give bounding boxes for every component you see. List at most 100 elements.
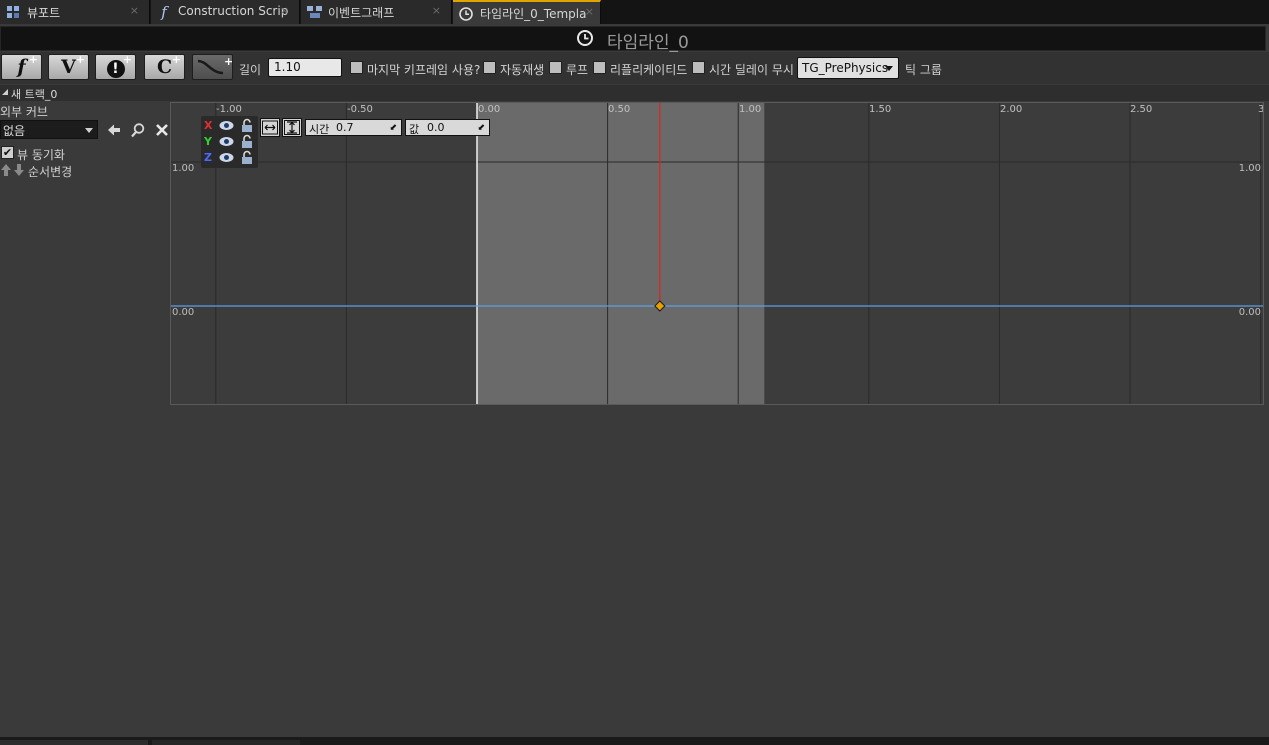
close-icon[interactable]: × (432, 4, 441, 17)
close-icon[interactable]: × (585, 5, 594, 18)
tab-construction-script[interactable]: f Construction Scrip × (151, 0, 300, 24)
document-tab-bar: 뷰포트 × f Construction Scrip × 이벤트그래프 × 타임… (0, 0, 1269, 24)
add-float-track-button[interactable]: f + (1, 53, 42, 80)
key-time-field[interactable]: 시간 0.7 ⬋ (305, 119, 402, 136)
tab-timeline[interactable]: 타임라인_0_Templa × (453, 0, 601, 24)
time-tick-label: -1.00 (216, 104, 242, 115)
tab-event-graph[interactable]: 이벤트그래프 × (301, 0, 452, 24)
axis-row-x: X (203, 118, 256, 134)
sync-view-label: 뷰 동기화 (17, 148, 65, 162)
time-tick-label: 0.00 (478, 104, 501, 115)
tab-label: 뷰포트 (27, 6, 61, 20)
scrollbar-track (152, 740, 300, 745)
reorder-label: 순서변경 (28, 165, 73, 179)
sync-view-checkbox[interactable]: ✔ (1, 146, 14, 159)
fit-vertical-icon (284, 120, 300, 135)
length-label: 길이 (239, 63, 262, 77)
lock-icon[interactable] (240, 118, 254, 133)
ignore-time-dilation-label: 시간 딜레이 무시 (709, 63, 794, 77)
ignore-time-dilation-checkbox[interactable] (692, 61, 705, 74)
time-tick-label: 3 (1258, 104, 1264, 115)
key-time-label: 시간 (309, 123, 330, 136)
time-tick-label: 2.50 (1130, 104, 1153, 115)
external-curve-label: 외부 커브 (0, 105, 48, 119)
loop-checkbox[interactable] (549, 61, 562, 74)
autoplay-checkbox[interactable] (483, 61, 496, 74)
curve-icon: + (197, 55, 233, 75)
add-event-track-button[interactable]: ! + (95, 53, 136, 80)
time-tick-label: -0.50 (347, 104, 373, 115)
move-up-arrow-icon[interactable] (0, 163, 12, 179)
autoplay-label: 자동재생 (500, 63, 545, 77)
tick-group-label: 틱 그룹 (905, 63, 942, 77)
curve-editor-graph[interactable]: -1.00 -0.50 0.00 0.50 1.00 1.50 2.00 2.5… (170, 102, 1264, 405)
collapse-triangle-icon[interactable] (2, 89, 8, 95)
drag-arrows-icon: ⬋ (389, 123, 397, 133)
loop-label: 루프 (566, 63, 589, 77)
track-name: 새 트랙_0 (11, 88, 58, 101)
track-header[interactable]: 새 트랙_0 (0, 85, 1269, 101)
time-tick-label: 1.50 (869, 104, 892, 115)
scrollbar-thumb[interactable] (0, 740, 148, 745)
axis-row-z: Z (203, 150, 256, 166)
lock-icon[interactable] (240, 150, 254, 165)
axis-label: X (204, 119, 213, 132)
close-icon[interactable]: × (130, 4, 139, 17)
tick-group-value: TG_PrePhysics (802, 61, 889, 75)
use-selected-arrow-icon[interactable] (106, 122, 122, 138)
eye-icon[interactable] (219, 120, 234, 131)
clock-icon (459, 7, 473, 21)
drag-arrows-icon: ⬋ (477, 123, 485, 133)
timeline-title-bar: 타임라인_0 (0, 26, 1266, 53)
use-last-keyframe-checkbox[interactable] (350, 61, 363, 74)
axis-visibility-panel: X Y Z (201, 116, 258, 168)
length-input[interactable]: 1.10 (268, 58, 342, 77)
key-value-field[interactable]: 값 0.0 ⬋ (405, 119, 490, 136)
function-f-icon: f (161, 3, 167, 21)
external-curve-combo[interactable]: 없음 (0, 120, 98, 139)
time-tick-label: 0.50 (608, 104, 631, 115)
fit-horizontal-icon (262, 120, 278, 135)
add-vector-track-button[interactable]: V + (48, 53, 89, 80)
zoom-fit-vertical-button[interactable] (282, 118, 302, 137)
replicated-label: 리플리케이티드 (610, 63, 688, 77)
value-label-right: 1.00 (1238, 163, 1261, 174)
curve-graph-canvas[interactable] (171, 103, 1263, 404)
timeline-toolbar: f + V + ! + C + + 길이 1.10 마지막 키프레임 사용? 자동재생 … (0, 52, 1269, 84)
use-last-keyframe-label: 마지막 키프레임 사용? (367, 63, 481, 77)
add-external-curve-button[interactable]: + (192, 54, 233, 80)
viewport-grid-icon (6, 5, 20, 19)
key-value-label: 값 (409, 123, 420, 136)
move-down-arrow-icon[interactable] (13, 163, 25, 179)
tab-label: Construction Scrip (178, 4, 289, 18)
lock-icon[interactable] (240, 134, 254, 149)
chevron-down-icon (85, 128, 93, 133)
value-label-right: 0.00 (1238, 307, 1261, 318)
event-graph-icon (307, 5, 322, 19)
axis-label: Z (204, 151, 212, 164)
external-curve-value: 없음 (3, 124, 26, 138)
clear-x-icon[interactable] (154, 122, 170, 138)
clock-icon (577, 30, 593, 46)
chevron-down-icon (885, 66, 893, 71)
time-tick-label: 1.00 (739, 104, 762, 115)
axis-row-y: Y (203, 134, 256, 150)
eye-icon[interactable] (219, 136, 234, 147)
eye-icon[interactable] (219, 152, 234, 163)
time-tick-label: 2.00 (1000, 104, 1023, 115)
replicated-checkbox[interactable] (593, 61, 606, 74)
zoom-fit-horizontal-button[interactable] (260, 118, 280, 137)
tab-label: 타임라인_0_Templa (480, 7, 587, 21)
browse-search-icon[interactable] (130, 122, 146, 138)
bottom-scrollbar[interactable] (0, 737, 1269, 745)
close-icon[interactable]: × (280, 4, 289, 17)
tick-group-dropdown[interactable]: TG_PrePhysics (797, 57, 899, 79)
add-color-track-button[interactable]: C + (144, 53, 185, 80)
value-label-left: 1.00 (172, 163, 195, 174)
timeline-range-highlight (477, 103, 765, 404)
page-title: 타임라인_0 (607, 33, 689, 53)
key-time-value: 0.7 (336, 121, 354, 134)
tab-label: 이벤트그래프 (328, 6, 395, 20)
value-label-left: 0.00 (172, 307, 195, 318)
tab-viewport[interactable]: 뷰포트 × (0, 0, 150, 24)
